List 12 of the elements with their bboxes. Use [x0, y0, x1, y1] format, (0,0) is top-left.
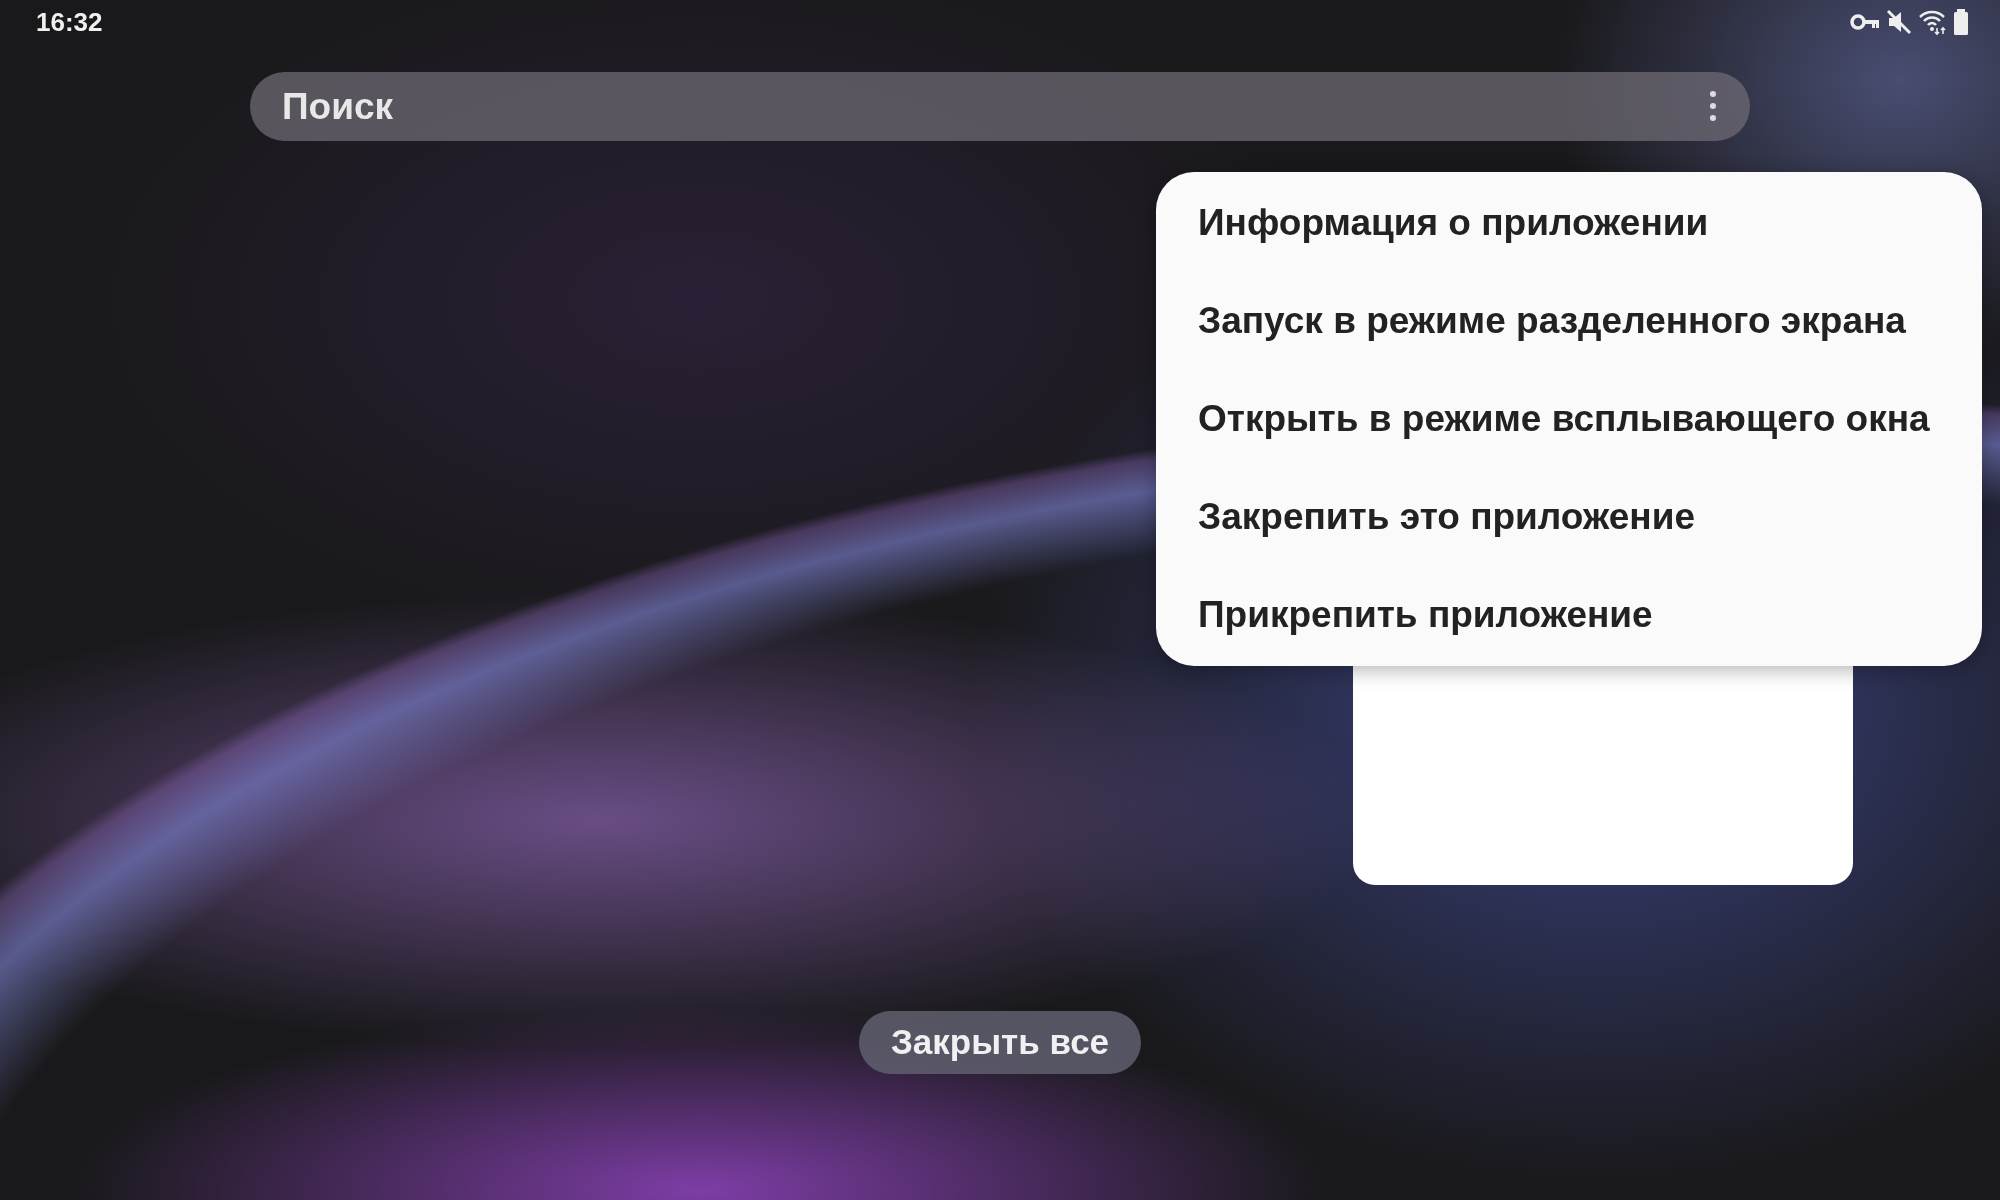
search-field[interactable]: Поиск — [250, 72, 1750, 141]
mute-icon — [1884, 8, 1914, 36]
menu-item[interactable]: Открыть в режиме всплывающего окна — [1156, 370, 1982, 468]
clock: 16:32 — [36, 9, 103, 35]
more-options-icon[interactable] — [1708, 90, 1718, 122]
battery-icon — [1952, 8, 1970, 36]
menu-item[interactable]: Информация о приложении — [1156, 174, 1982, 272]
menu-item[interactable]: Закрепить это приложение — [1156, 468, 1982, 566]
wifi-icon — [1918, 8, 1948, 36]
menu-item[interactable]: Прикрепить приложение — [1156, 566, 1982, 664]
close-all-button[interactable]: Закрыть все — [858, 1011, 1142, 1074]
menu-item[interactable]: Запуск в режиме разделенного экрана — [1156, 272, 1982, 370]
